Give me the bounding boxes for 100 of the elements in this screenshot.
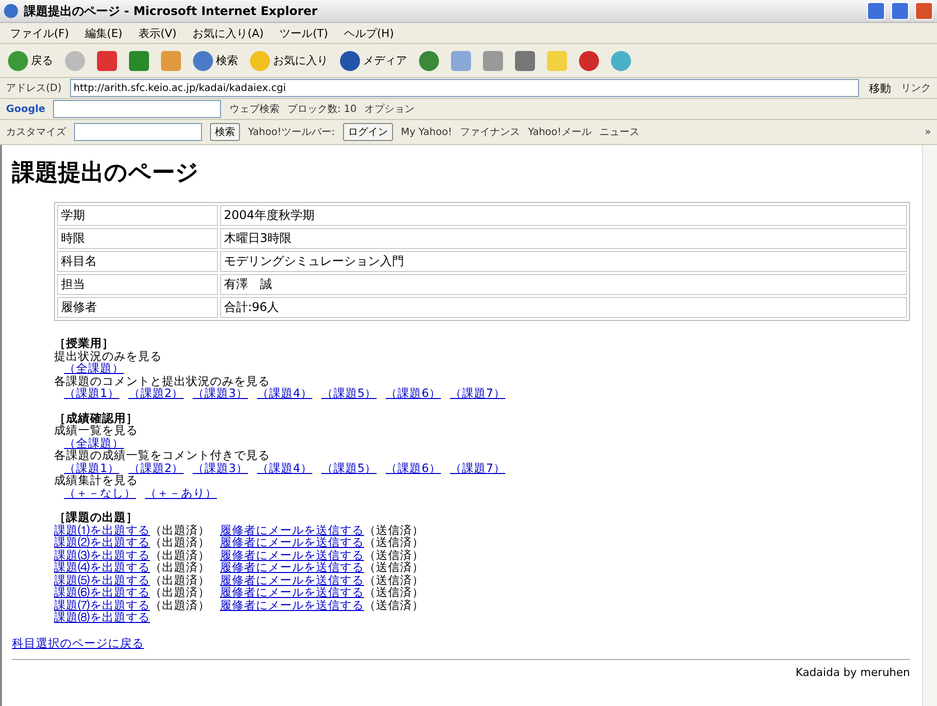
toolbar-button[interactable] (513, 50, 537, 70)
table-cell: 2004年度秋学期 (220, 205, 907, 226)
mail-link[interactable]: 履修者にメールを送信する (220, 561, 364, 574)
section-text: 提出状況のみを見る (54, 350, 162, 362)
status-text: （出題済） (150, 536, 210, 548)
menu-item[interactable]: ヘルプ(H) (340, 26, 398, 40)
status-text: （送信済） (364, 524, 424, 536)
status-text: （送信済） (364, 548, 424, 561)
toolbar-button[interactable] (609, 50, 633, 70)
link[interactable]: （課題1） (64, 387, 120, 400)
toolbar-button[interactable] (449, 50, 473, 70)
link[interactable]: （＋－あり） (145, 486, 217, 499)
toolbar-button[interactable] (417, 50, 441, 70)
web-search-button[interactable]: ウェブ検索 (229, 102, 280, 116)
section-text: 各課題の成績一覧をコメント付きで見る (54, 449, 270, 462)
table-cell: 有澤 誠 (220, 274, 907, 295)
link[interactable]: （課題6） (386, 387, 441, 400)
go-button[interactable]: 移動 (867, 80, 893, 96)
toolbar-button[interactable] (159, 50, 183, 70)
issue-link[interactable]: 課題⑷を出題する (54, 561, 150, 574)
section-text: 成績一覧を見る (54, 424, 138, 436)
links-label[interactable]: リンク (901, 81, 931, 95)
link[interactable]: （課題7） (450, 387, 506, 400)
toolbar-button[interactable] (577, 50, 601, 70)
status-text: （出題済） (150, 586, 210, 598)
link[interactable]: （課題7） (450, 462, 506, 474)
link[interactable]: （課題4） (256, 387, 312, 400)
status-text: （送信済） (364, 598, 424, 611)
window-title: 課題提出のページ - Microsoft Internet Explorer (24, 2, 318, 20)
link[interactable]: （＋－なし） (64, 486, 136, 499)
table-cell: 木曜日3時限 (220, 228, 907, 249)
issue-link[interactable]: 課題⑹を出題する (54, 586, 150, 598)
menu-item[interactable]: 編集(E) (80, 26, 126, 40)
mail-link[interactable]: 履修者にメールを送信する (220, 598, 364, 611)
mail-link[interactable]: 履修者にメールを送信する (220, 586, 364, 598)
link[interactable]: （課題3） (192, 462, 248, 474)
menu-item[interactable]: ファイル(F) (6, 26, 73, 40)
issue-link[interactable]: 課題⑻を出題する (54, 611, 150, 624)
link[interactable]: （課題2） (128, 462, 184, 474)
toolbar-button[interactable] (127, 50, 151, 70)
google-logo[interactable]: Google (6, 104, 46, 114)
yahoo-toolbar-item[interactable]: My Yahoo! (400, 126, 452, 138)
toolbar-button[interactable]: 検索 (191, 50, 240, 70)
mail-link[interactable]: 履修者にメールを送信する (220, 524, 364, 536)
link[interactable]: （課題3） (192, 387, 248, 400)
address-label: アドレス(D) (6, 82, 62, 95)
login-button[interactable]: ログイン (342, 123, 393, 141)
status-text: （送信済） (364, 586, 424, 598)
issue-link[interactable]: 課題⑵を出題する (54, 536, 150, 548)
address-field[interactable]: http://arith.sfc.keio.ac.jp/kadai/kadaiex.cgi (70, 79, 859, 97)
issue-link[interactable]: 課題⑸を出題する (54, 574, 150, 586)
link[interactable]: （全課題） (64, 362, 124, 374)
toolbar-button[interactable] (481, 50, 505, 70)
google-search-field[interactable] (53, 100, 222, 118)
mail-link[interactable]: 履修者にメールを送信する (220, 548, 364, 561)
table-cell: 履修者 (57, 297, 218, 318)
link[interactable]: （課題4） (256, 462, 312, 474)
blocked-count[interactable]: ブロック数: 10 (287, 102, 357, 116)
toolbar-button[interactable]: 戻る (6, 50, 55, 70)
back-link[interactable]: 科目選択のページに戻る (12, 636, 144, 650)
scrollbar[interactable] (922, 145, 937, 706)
issue-link[interactable]: 課題⑺を出題する (54, 598, 150, 611)
yahoo-toolbar-item[interactable]: ファイナンス (460, 125, 520, 139)
options-button[interactable]: オプション (364, 102, 415, 116)
status-text: （出題済） (150, 561, 210, 574)
maximize-button[interactable] (891, 2, 909, 20)
toolbar-button[interactable] (95, 50, 119, 70)
issue-link[interactable]: 課題⑴を出題する (54, 524, 150, 536)
yahoo-search-field[interactable] (74, 123, 202, 141)
menu-item[interactable]: 表示(V) (134, 26, 181, 40)
table-cell: 担当 (57, 274, 218, 295)
toolbar-button[interactable]: メディア (338, 50, 409, 70)
menu-item[interactable]: ツール(T) (276, 26, 332, 40)
mail-link[interactable]: 履修者にメールを送信する (220, 574, 364, 586)
yahoo-toolbar-item[interactable]: Yahoo!メール (528, 125, 592, 139)
status-text: （送信済） (364, 574, 424, 586)
minimize-button[interactable] (867, 2, 885, 20)
link[interactable]: （全課題） (64, 436, 124, 449)
table-cell: モデリングシミュレーション入門 (220, 251, 907, 272)
status-text: （出題済） (150, 598, 210, 611)
mail-link[interactable]: 履修者にメールを送信する (220, 536, 364, 548)
customize-button[interactable]: カスタマイズ (6, 125, 66, 139)
link[interactable]: （課題5） (321, 387, 377, 400)
link[interactable]: （課題5） (321, 462, 377, 474)
toolbar-label: Yahoo!ツールバー: (248, 126, 335, 139)
link[interactable]: （課題2） (128, 387, 184, 400)
table-cell: 科目名 (57, 251, 218, 272)
status-text: （送信済） (364, 561, 424, 574)
close-button[interactable] (915, 2, 933, 20)
more-button[interactable]: » (924, 126, 931, 138)
status-text: （出題済） (150, 548, 210, 561)
issue-link[interactable]: 課題⑶を出題する (54, 548, 150, 561)
menu-item[interactable]: お気に入り(A) (188, 26, 268, 40)
yahoo-toolbar-item[interactable]: ニュース (599, 125, 640, 139)
link[interactable]: （課題6） (386, 462, 441, 474)
footer-text: Kadaida by meruhen (796, 666, 910, 678)
link[interactable]: （課題1） (64, 462, 120, 474)
yahoo-search-button[interactable]: 検索 (210, 123, 240, 141)
toolbar-button[interactable]: お気に入り (248, 50, 330, 70)
status-text: （送信済） (364, 536, 424, 548)
